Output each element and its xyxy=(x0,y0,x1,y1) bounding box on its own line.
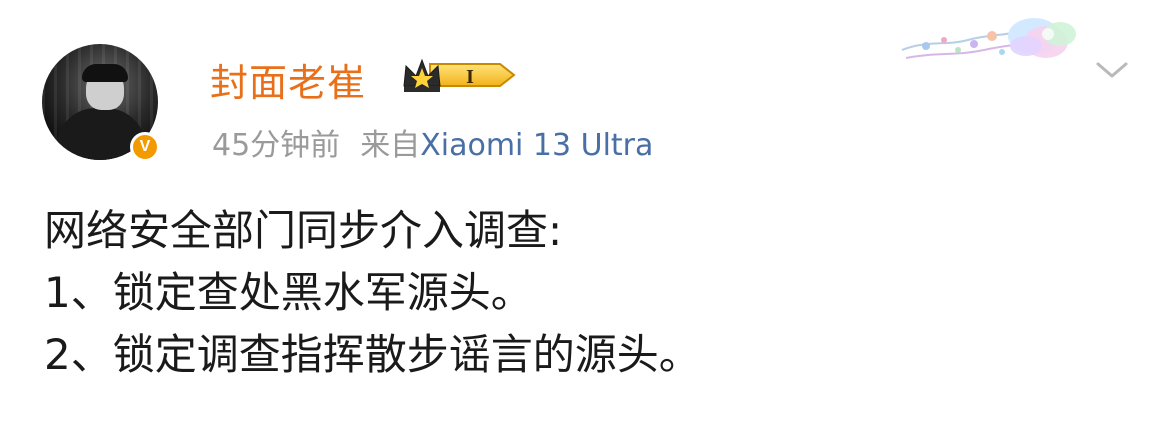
post-line-2: 1、锁定查处黑水军源头。 xyxy=(44,268,533,317)
chevron-down-icon[interactable] xyxy=(1094,56,1130,82)
post-line-3: 2、锁定调查指挥散步谣言的源头。 xyxy=(44,330,701,379)
crown-vip-badge-icon[interactable]: I xyxy=(400,56,518,94)
floral-card-decoration-icon xyxy=(896,10,1086,82)
vip-badge-graphic: I xyxy=(403,58,516,92)
post-content: 网络安全部门同步介入调查: 1、锁定查处黑水军源头。 2、锁定调查指挥散步谣言的… xyxy=(44,200,701,386)
author-name[interactable]: 封面老崔 xyxy=(210,52,366,107)
post-source-prefix: 来自 xyxy=(360,128,421,163)
post-time: 45分钟前 xyxy=(212,128,341,163)
post-device-link[interactable]: Xiaomi 13 Ultra xyxy=(420,128,653,163)
author-avatar[interactable]: V xyxy=(42,44,160,162)
vip-level: I xyxy=(466,66,474,88)
post-meta: 45分钟前 来自Xiaomi 13 Ultra xyxy=(212,120,653,164)
avatar-figure-cap xyxy=(82,64,128,82)
verified-v-badge-icon: V xyxy=(130,132,160,162)
chevron-down-graphic xyxy=(1096,62,1128,78)
decoration-graphic xyxy=(901,18,1076,59)
post-line-1: 网络安全部门同步介入调查: xyxy=(44,206,563,255)
